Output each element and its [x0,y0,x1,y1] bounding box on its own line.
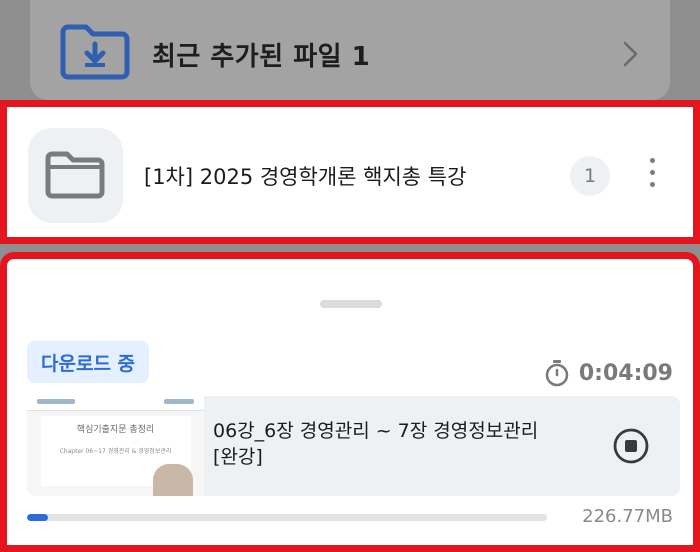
recent-files-card[interactable]: 최근 추가된 파일 1 [30,0,670,100]
download-sheet: 다운로드 중 0:04:09 핵심기출지문 총정리 Chapter 06~17 … [0,252,700,552]
elapsed-timer: 0:04:09 [543,359,673,387]
folder-list-item[interactable]: [1차] 2025 경영학개론 핵지총 특강 1 [0,100,700,244]
stop-download-button[interactable] [612,427,650,465]
chevron-right-icon [623,41,638,67]
folder-thumbnail [28,128,123,223]
thumbnail-title: 핵심기출지문 총정리 [76,425,155,435]
download-item-title: 06강_6장 경영관리 ~ 7장 경영정보관리 [완강] [213,420,539,468]
folder-title: [1차] 2025 경영학개론 핵지총 특강 [144,165,467,189]
download-progress-bar [27,514,547,521]
stopwatch-icon [545,360,569,387]
video-thumbnail: 핵심기출지문 총정리 Chapter 06~17 경영관리 & 경영정보관리 [27,396,204,496]
download-progress-fill [27,514,48,521]
file-count-badge: 1 [570,156,610,196]
elapsed-time: 0:04:09 [578,360,673,386]
download-item[interactable]: 핵심기출지문 총정리 Chapter 06~17 경영관리 & 경영정보관리 0… [27,396,680,496]
download-status-chip: 다운로드 중 [27,341,150,383]
download-folder-icon [60,24,130,80]
more-options-icon[interactable] [645,158,659,194]
drag-handle[interactable] [320,300,382,308]
folder-icon [45,151,105,199]
file-size: 226.77MB [582,506,673,527]
thumbnail-subtitle: Chapter 06~17 경영관리 & 경영정보관리 [59,448,172,455]
recent-files-title: 최근 추가된 파일 1 [152,42,371,72]
